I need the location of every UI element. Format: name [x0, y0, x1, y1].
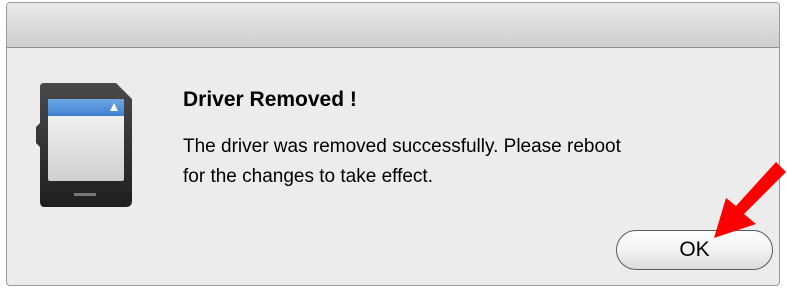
title-bar[interactable] [7, 3, 779, 48]
dialog-message: The driver was removed successfully. Ple… [183, 132, 763, 192]
message-line: The driver was removed successfully. Ple… [183, 136, 621, 157]
message-line: for the changes to take effect. [183, 166, 433, 187]
ok-button[interactable]: OK [616, 230, 773, 270]
dialog-title: Driver Removed ! [183, 88, 357, 111]
dialog-window: Driver Removed ! The driver was removed … [6, 2, 780, 286]
sd-card-icon [36, 83, 132, 207]
